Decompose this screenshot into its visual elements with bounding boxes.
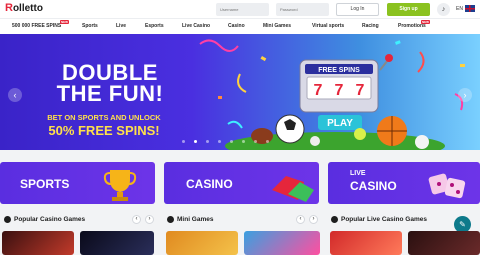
slot-reel-2: 7 bbox=[335, 82, 344, 99]
game-thumbnail[interactable] bbox=[244, 231, 320, 255]
username-input[interactable] bbox=[216, 3, 269, 16]
nav-item-casino[interactable]: Casino bbox=[228, 23, 245, 29]
section-title: Popular Casino Games bbox=[14, 216, 86, 223]
section-mini-games: Mini Games bbox=[167, 216, 213, 223]
game-thumbnail[interactable] bbox=[80, 231, 154, 255]
pagination-dot[interactable] bbox=[230, 140, 233, 143]
pagination-dot[interactable] bbox=[218, 140, 221, 143]
hero-prev-arrow[interactable]: ‹ bbox=[8, 88, 22, 102]
section-title: Popular Live Casino Games bbox=[341, 216, 427, 223]
game-thumbnail[interactable] bbox=[330, 231, 402, 255]
hero-next-arrow[interactable]: › bbox=[458, 88, 472, 102]
pagination-dot[interactable] bbox=[206, 140, 209, 143]
dice-icon bbox=[428, 173, 466, 199]
mini-games-icon bbox=[167, 216, 174, 223]
nav-item-live[interactable]: Live bbox=[116, 23, 126, 29]
mini-prev-button[interactable]: ‹ bbox=[296, 215, 305, 224]
nav-item-mini-games[interactable]: Mini Games bbox=[263, 23, 291, 29]
nav-item-live-casino[interactable]: Live Casino bbox=[182, 23, 210, 29]
category-sports-label: SPORTS bbox=[20, 177, 70, 191]
signup-button[interactable]: Sign up bbox=[387, 3, 430, 16]
play-label: PLAY bbox=[327, 118, 353, 129]
category-live-label: LIVE bbox=[350, 170, 366, 177]
category-casino[interactable]: CASINO bbox=[164, 162, 319, 204]
nav-item-free-spins[interactable]: 500 000 FREE SPINS bbox=[12, 23, 61, 29]
pagination-dot[interactable] bbox=[242, 140, 245, 143]
language-selector[interactable]: EN bbox=[456, 5, 475, 12]
language-code: EN bbox=[456, 5, 463, 12]
category-casino-label: CASINO bbox=[186, 177, 233, 191]
uk-flag-icon bbox=[464, 5, 475, 12]
main-nav: 500 000 FREE SPINS NEW Sports Live Espor… bbox=[0, 18, 480, 34]
game-thumbnail[interactable] bbox=[408, 231, 480, 255]
new-badge: NEW bbox=[60, 20, 69, 24]
logo-text: olletto bbox=[12, 2, 43, 14]
nav-item-sports[interactable]: Sports bbox=[82, 23, 98, 29]
nav-item-virtual-sports[interactable]: Virtual sports bbox=[312, 23, 344, 29]
category-sports[interactable]: SPORTS bbox=[0, 162, 155, 204]
hero-banner[interactable]: FREE SPINS 7 7 7 PLAY DOUBLE THE FUN! BE… bbox=[0, 34, 480, 150]
pagination-dot[interactable] bbox=[194, 140, 197, 143]
casino-prev-button[interactable]: ‹ bbox=[132, 215, 141, 224]
music-icon[interactable]: ♪ bbox=[437, 3, 450, 16]
pagination-dot[interactable] bbox=[266, 140, 269, 143]
pagination-dot[interactable] bbox=[254, 140, 257, 143]
logo-initial: R bbox=[5, 2, 13, 14]
hero-highlight: 50% FREE SPINS! bbox=[48, 123, 160, 138]
mini-next-button[interactable]: › bbox=[309, 215, 318, 224]
slot-reel-1: 7 bbox=[314, 82, 323, 99]
game-thumbnail[interactable] bbox=[2, 231, 74, 255]
login-button[interactable]: Log In bbox=[336, 3, 379, 16]
pagination-dot[interactable] bbox=[182, 140, 185, 143]
hero-subtitle: BET ON SPORTS AND UNLOCK bbox=[47, 113, 161, 122]
category-live-casino[interactable]: LIVE CASINO bbox=[328, 162, 480, 204]
nav-item-racing[interactable]: Racing bbox=[362, 23, 379, 29]
slot-reel-3: 7 bbox=[356, 82, 365, 99]
game-thumbnail[interactable] bbox=[166, 231, 238, 255]
section-title: Mini Games bbox=[177, 216, 214, 223]
hero-title: DOUBLE THE FUN! bbox=[56, 60, 164, 106]
trophy-icon bbox=[103, 170, 137, 201]
password-input[interactable] bbox=[276, 3, 329, 16]
casino-games-icon bbox=[4, 216, 11, 223]
hero-pagination bbox=[182, 140, 269, 143]
section-popular-live-casino-games: Popular Live Casino Games bbox=[331, 216, 427, 223]
slot-label: FREE SPINS bbox=[318, 67, 360, 74]
top-bar: R olletto Log In Sign up ♪ EN bbox=[0, 0, 480, 18]
live-casino-icon bbox=[331, 216, 338, 223]
new-badge: NEW bbox=[421, 20, 430, 24]
rolletto-logo[interactable]: R olletto bbox=[5, 2, 43, 14]
casino-chips-icon bbox=[272, 176, 314, 202]
nav-item-esports[interactable]: Esports bbox=[145, 23, 164, 29]
category-live-casino-label: CASINO bbox=[350, 179, 397, 193]
section-popular-casino-games: Popular Casino Games bbox=[4, 216, 85, 223]
casino-next-button[interactable]: › bbox=[145, 215, 154, 224]
